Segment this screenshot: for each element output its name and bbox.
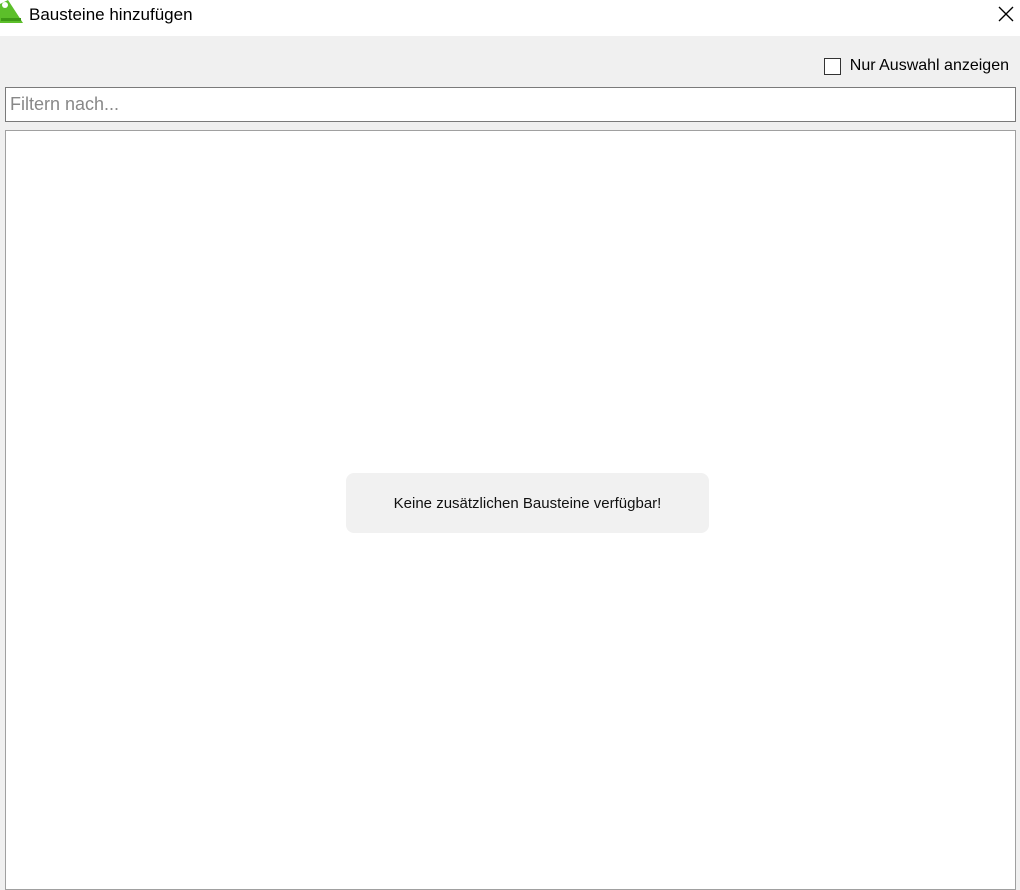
empty-state-message: Keine zusätzlichen Bausteine verfügbar! [346, 473, 709, 533]
show-selection-only-checkbox[interactable] [823, 57, 841, 75]
filter-input[interactable] [5, 87, 1016, 122]
close-button[interactable] [992, 0, 1020, 28]
options-bar: Nur Auswahl anzeigen [0, 36, 1020, 86]
close-icon [998, 6, 1014, 22]
blocks-list[interactable]: Keine zusätzlichen Bausteine verfügbar! [5, 130, 1016, 890]
show-selection-only-toggle[interactable]: Nur Auswahl anzeigen [823, 56, 1009, 76]
title-bar: Bausteine hinzufügen [0, 0, 1020, 36]
codesys-logo-icon [0, 0, 23, 23]
window-title: Bausteine hinzufügen [29, 5, 193, 24]
show-selection-only-label: Nur Auswahl anzeigen [849, 57, 1009, 74]
